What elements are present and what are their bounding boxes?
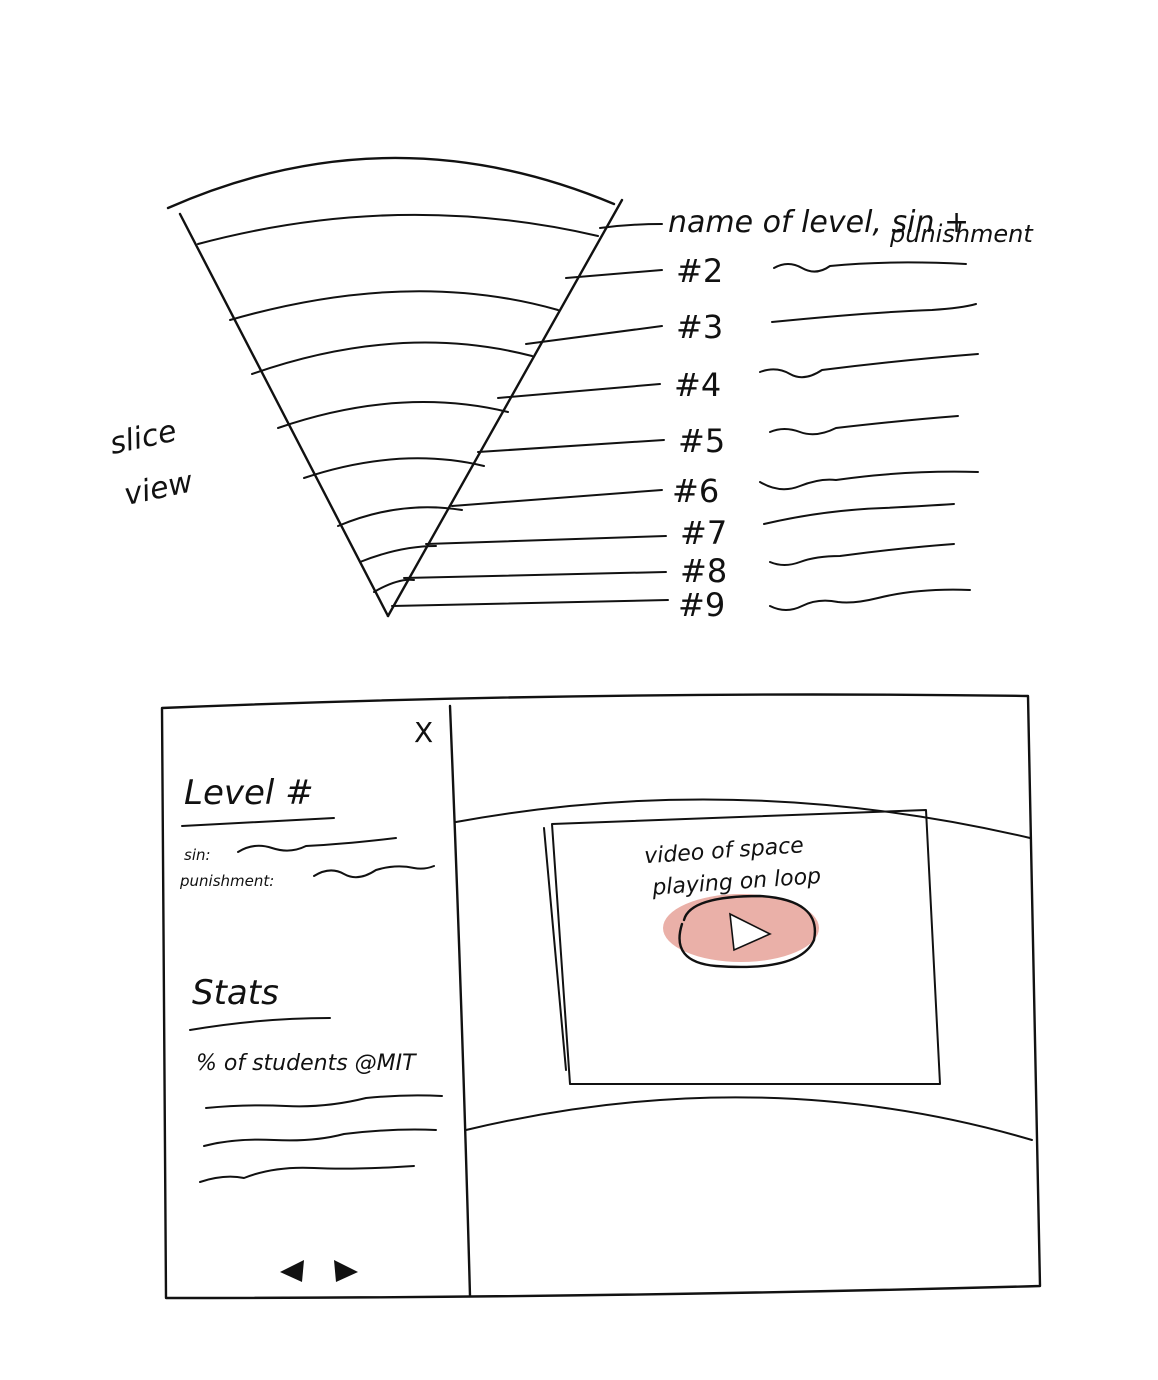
- slice-view-label: slice: [107, 414, 180, 462]
- leader-line: [477, 439, 665, 453]
- cone-top-arc: [166, 156, 616, 210]
- punishment-value-squiggle: [313, 865, 435, 879]
- level-number: #9: [678, 586, 725, 624]
- next-button[interactable]: [334, 1260, 358, 1282]
- squiggle-placeholder: [771, 303, 977, 323]
- triangle-right-icon[interactable]: [334, 1260, 358, 1282]
- level-title: Level #: [184, 773, 314, 813]
- sin-value-squiggle: [237, 837, 397, 853]
- cone-band: [303, 457, 485, 479]
- stat-squiggle: [205, 1094, 443, 1109]
- squiggle-placeholder: [769, 415, 959, 436]
- squiggle-placeholder: [759, 470, 979, 491]
- cone-band: [229, 290, 559, 321]
- squiggle-placeholder: [773, 261, 967, 273]
- wireframe-sketch: slice view name of level, sin + punishme…: [107, 156, 1042, 1300]
- level-caption: punishment: [889, 220, 1034, 248]
- level-number: #5: [678, 422, 725, 460]
- panel-divider: [448, 704, 472, 1298]
- main-scene: video of space playing on loop: [455, 798, 1033, 1141]
- leader-line: [451, 489, 663, 507]
- close-button[interactable]: X: [414, 716, 433, 749]
- title-underline: [181, 817, 335, 827]
- stats-subtitle: % of students @MIT: [196, 1051, 417, 1076]
- slice-view: slice view name of level, sin + punishme…: [107, 156, 1034, 624]
- stats-underline: [189, 1017, 331, 1031]
- sin-label: sin:: [184, 846, 211, 864]
- horizon-bottom-curve: [465, 1096, 1033, 1141]
- level-number: #4: [674, 366, 721, 404]
- cone-layer-bands: [197, 213, 599, 593]
- leader-line: [425, 535, 667, 545]
- squiggle-placeholder: [769, 543, 955, 566]
- cone-band: [197, 213, 599, 245]
- squiggle-placeholder: [759, 353, 979, 379]
- leader-line: [403, 571, 667, 579]
- detail-window: X Level # sin: punishment: Stats % of st…: [160, 693, 1042, 1300]
- level-number: #7: [680, 514, 727, 552]
- horizon-top-curve: [455, 798, 1031, 839]
- level-number: #2: [676, 252, 723, 290]
- squiggle-placeholder: [763, 503, 955, 525]
- stats-title: Stats: [192, 973, 279, 1013]
- punishment-label: punishment:: [179, 872, 274, 890]
- level-number: #3: [676, 308, 723, 346]
- squiggle-placeholder: [769, 588, 971, 611]
- level-info-panel: X Level # sin: punishment: Stats % of st…: [179, 704, 472, 1298]
- stat-squiggle: [199, 1165, 415, 1183]
- cone-band: [251, 341, 533, 375]
- cone-right-edge: [386, 198, 624, 618]
- play-button[interactable]: [663, 894, 819, 969]
- video-caption: video of space: [643, 833, 804, 869]
- level-description-squiggles: [759, 261, 979, 611]
- leader-lines: [391, 223, 669, 607]
- cone-band: [359, 545, 437, 563]
- prev-button[interactable]: [280, 1260, 304, 1282]
- leader-line: [497, 383, 661, 399]
- triangle-left-icon[interactable]: [280, 1260, 304, 1282]
- cone-band: [277, 401, 509, 429]
- level-list: #2 #3 #4 #5 #6 #7 #8 #9: [672, 252, 727, 624]
- cone-left-edge: [178, 212, 390, 618]
- video-player[interactable]: video of space playing on loop: [543, 809, 941, 1085]
- level-number: #8: [680, 552, 727, 590]
- stat-squiggle: [203, 1128, 437, 1147]
- level-number: #6: [672, 472, 719, 510]
- leader-line: [391, 599, 669, 607]
- slice-view-label: view: [121, 464, 196, 513]
